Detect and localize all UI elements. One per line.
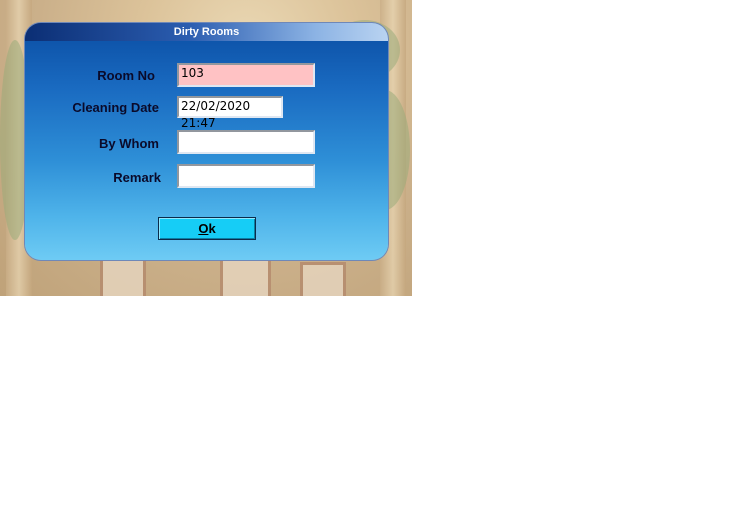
remark-field[interactable] xyxy=(177,164,315,188)
ok-button-label-rest: k xyxy=(208,221,216,236)
dirty-rooms-dialog: Dirty Rooms Room No 103 Cleaning Date 22… xyxy=(25,23,388,260)
dialog-title: Dirty Rooms xyxy=(25,23,388,41)
by-whom-field[interactable] xyxy=(177,130,315,154)
cleaning-date-label: Cleaning Date xyxy=(72,100,159,115)
ok-button-mnemonic: O xyxy=(198,221,209,236)
cleaning-date-field[interactable]: 22/02/2020 21:47 xyxy=(177,96,283,130)
ok-button[interactable]: Ok xyxy=(158,217,256,240)
room-no-field[interactable]: 103 xyxy=(177,63,315,87)
room-no-label: Room No xyxy=(97,68,155,83)
remark-label: Remark xyxy=(113,170,161,185)
by-whom-label: By Whom xyxy=(99,136,159,151)
